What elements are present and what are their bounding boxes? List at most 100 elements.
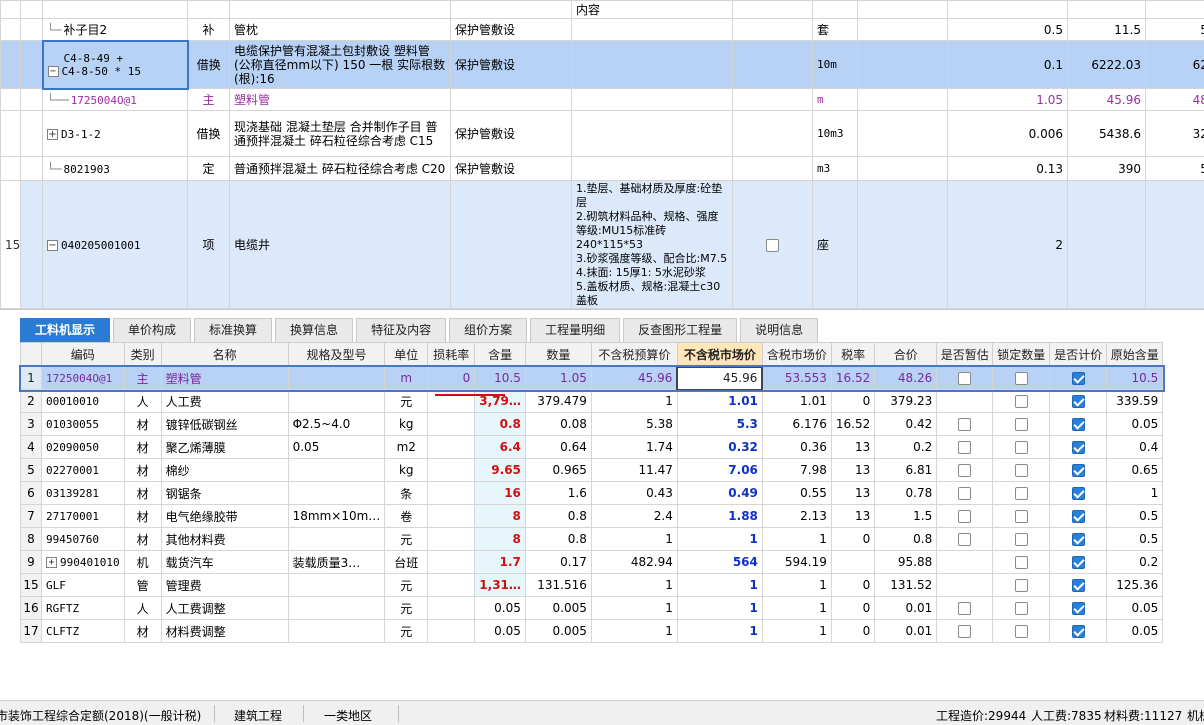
- quota-library[interactable]: 市装饰工程综合定额(2018)(一般计税): [0, 707, 201, 724]
- col-lock-quantity[interactable]: 锁定数量: [992, 342, 1051, 367]
- lock-quantity-checkbox[interactable]: [1014, 556, 1028, 569]
- resource-name[interactable]: 电气绝缘胶带: [160, 504, 289, 528]
- resource-content[interactable]: 1.7: [474, 550, 526, 574]
- col-is-estimate[interactable]: 是否暂估: [936, 342, 994, 367]
- resource-tax-rate[interactable]: 0: [830, 389, 876, 413]
- col-content[interactable]: 含量: [474, 342, 526, 367]
- resource-quantity[interactable]: 0.08: [524, 412, 592, 436]
- resource-tax-rate[interactable]: 16.52: [830, 366, 876, 390]
- resource-code[interactable]: RGFTZ: [41, 596, 125, 620]
- col-unit[interactable]: 单位: [384, 342, 429, 367]
- resource-content[interactable]: 8: [474, 527, 526, 551]
- table-row[interactable]: └─补子目2 补 管枕 保护管敷设 套 0.5 11.5 5.75: [0, 18, 1204, 41]
- resource-content[interactable]: 0.05: [474, 619, 526, 643]
- col-market-price[interactable]: 不含税市场价: [676, 342, 763, 367]
- lock-quantity-checkbox[interactable]: [1014, 579, 1028, 592]
- resource-quantity[interactable]: 1.6: [524, 481, 592, 505]
- resource-spec[interactable]: [287, 596, 386, 620]
- resource-loss-rate[interactable]: [427, 458, 476, 482]
- resource-name[interactable]: 镀锌低碳钢丝: [160, 412, 289, 436]
- resource-tax-market-price[interactable]: 594.19: [761, 550, 832, 574]
- lock-quantity-cell[interactable]: [992, 366, 1051, 390]
- lock-quantity-cell[interactable]: [992, 619, 1051, 643]
- resource-content[interactable]: 0.05: [474, 596, 526, 620]
- is-priced-cell[interactable]: [1049, 527, 1108, 551]
- tab-description[interactable]: 说明信息: [740, 318, 819, 342]
- table-row[interactable]: + D3-1-2 借换 现浇基础 混凝土垫层 合并制作子目 普通预拌混凝土 碎石粒…: [0, 110, 1204, 157]
- lock-quantity-checkbox[interactable]: [1014, 510, 1028, 523]
- resource-tax-rate[interactable]: 13: [830, 504, 876, 528]
- resource-market-price[interactable]: 1.01: [676, 389, 763, 413]
- is-estimate-cell[interactable]: [936, 389, 994, 413]
- col-spec[interactable]: 规格及型号: [287, 342, 386, 367]
- lock-quantity-checkbox[interactable]: [1014, 418, 1028, 431]
- is-priced-cell[interactable]: [1049, 504, 1108, 528]
- col-tax-market-price[interactable]: 含税市场价: [761, 342, 832, 367]
- resource-row[interactable]: 6 03139281 材钢锯条 条 16 1.6 0.43 0.49 0.55 13 0.78 1: [20, 481, 1164, 505]
- resource-loss-rate[interactable]: [427, 550, 476, 574]
- resource-tax-market-price[interactable]: 1: [761, 619, 832, 643]
- is-estimate-cell[interactable]: [936, 619, 994, 643]
- resource-row[interactable]: 9 +990401010 机载货汽车 装载质量3… 台班 1.7 0.17 482.94 564…: [20, 550, 1164, 574]
- resource-tax-rate[interactable]: 13: [830, 458, 876, 482]
- lock-quantity-checkbox[interactable]: [1014, 464, 1028, 477]
- resource-code[interactable]: 00010010: [41, 389, 125, 413]
- resource-code[interactable]: 1725004O@1: [41, 366, 125, 390]
- lock-quantity-checkbox[interactable]: [1014, 395, 1028, 408]
- is-priced-cell[interactable]: [1049, 435, 1108, 459]
- resource-spec[interactable]: [287, 481, 386, 505]
- resource-code[interactable]: 01030055: [41, 412, 125, 436]
- resource-market-price[interactable]: 1: [676, 619, 763, 643]
- resource-quantity[interactable]: 0.8: [524, 527, 592, 551]
- resource-loss-rate[interactable]: [427, 389, 476, 413]
- resource-code[interactable]: CLFTZ: [41, 619, 125, 643]
- resource-spec[interactable]: [287, 527, 386, 551]
- resource-loss-rate[interactable]: [427, 527, 476, 551]
- col-budget-price[interactable]: 不含税预算价: [590, 342, 678, 367]
- resource-tax-rate[interactable]: 16.52: [830, 412, 876, 436]
- resource-market-price[interactable]: 1: [676, 596, 763, 620]
- resource-tax-rate[interactable]: [830, 550, 876, 574]
- is-priced-checkbox[interactable]: [1071, 418, 1085, 431]
- resource-name[interactable]: 人工费: [160, 389, 289, 413]
- resource-market-price[interactable]: 0.32: [676, 435, 763, 459]
- resource-tax-rate[interactable]: 0: [830, 527, 876, 551]
- resource-content[interactable]: 1,31…: [474, 573, 526, 597]
- table-row[interactable]: └──1725004O@1 主 塑料管 m 1.05 45.96 48.26: [0, 88, 1204, 111]
- resource-content[interactable]: 16: [474, 481, 526, 505]
- resource-content[interactable]: 6.4: [474, 435, 526, 459]
- is-priced-cell[interactable]: [1049, 389, 1108, 413]
- is-estimate-cell[interactable]: [936, 412, 994, 436]
- lock-quantity-checkbox[interactable]: [1014, 625, 1028, 638]
- tab-features-content[interactable]: 特征及内容: [356, 318, 447, 342]
- lock-quantity-checkbox[interactable]: [1014, 372, 1028, 385]
- table-row-bill-item[interactable]: 15 −040205001001 项 电缆井 1.垫层、基础材质及厚度:砼垫层 …: [0, 180, 1204, 309]
- resource-name[interactable]: 钢锯条: [160, 481, 289, 505]
- resource-market-price[interactable]: 1.88: [676, 504, 763, 528]
- resource-spec[interactable]: 18mm×10m…: [287, 504, 386, 528]
- lock-quantity-checkbox[interactable]: [1014, 487, 1028, 500]
- tab-unit-price-composition[interactable]: 单价构成: [113, 318, 192, 342]
- resource-market-price[interactable]: 7.06: [676, 458, 763, 482]
- resource-market-price[interactable]: 564: [676, 550, 763, 574]
- resource-spec[interactable]: [287, 458, 386, 482]
- tab-conversion-info[interactable]: 换算信息: [275, 318, 354, 342]
- col-category[interactable]: 类别: [123, 342, 162, 367]
- lock-quantity-cell[interactable]: [992, 504, 1051, 528]
- resource-tax-market-price[interactable]: 0.55: [761, 481, 832, 505]
- resource-tax-market-price[interactable]: 1: [761, 596, 832, 620]
- resource-name[interactable]: 塑料管: [160, 366, 289, 390]
- resource-name[interactable]: 其他材料费: [160, 527, 289, 551]
- tab-quantity-detail[interactable]: 工程量明细: [530, 318, 621, 342]
- expand-icon[interactable]: +: [46, 557, 57, 568]
- is-estimate-cell[interactable]: [936, 458, 994, 482]
- is-estimate-cell[interactable]: [936, 596, 994, 620]
- resource-row[interactable]: 8 99450760 材其他材料费元 8 0.8 1 1 1 0 0.8 0.5: [20, 527, 1164, 551]
- resource-spec[interactable]: [287, 389, 386, 413]
- project-type[interactable]: 建筑工程: [234, 707, 282, 724]
- col-quantity[interactable]: 数量: [524, 342, 592, 367]
- resource-market-price[interactable]: 1: [676, 573, 763, 597]
- is-estimate-cell[interactable]: [936, 366, 994, 390]
- resource-row[interactable]: 16 RGFTZ 人人工费调整元 0.05 0.005 1 1 1 0 0.01 0.05: [20, 596, 1164, 620]
- resource-tax-market-price[interactable]: 0.36: [761, 435, 832, 459]
